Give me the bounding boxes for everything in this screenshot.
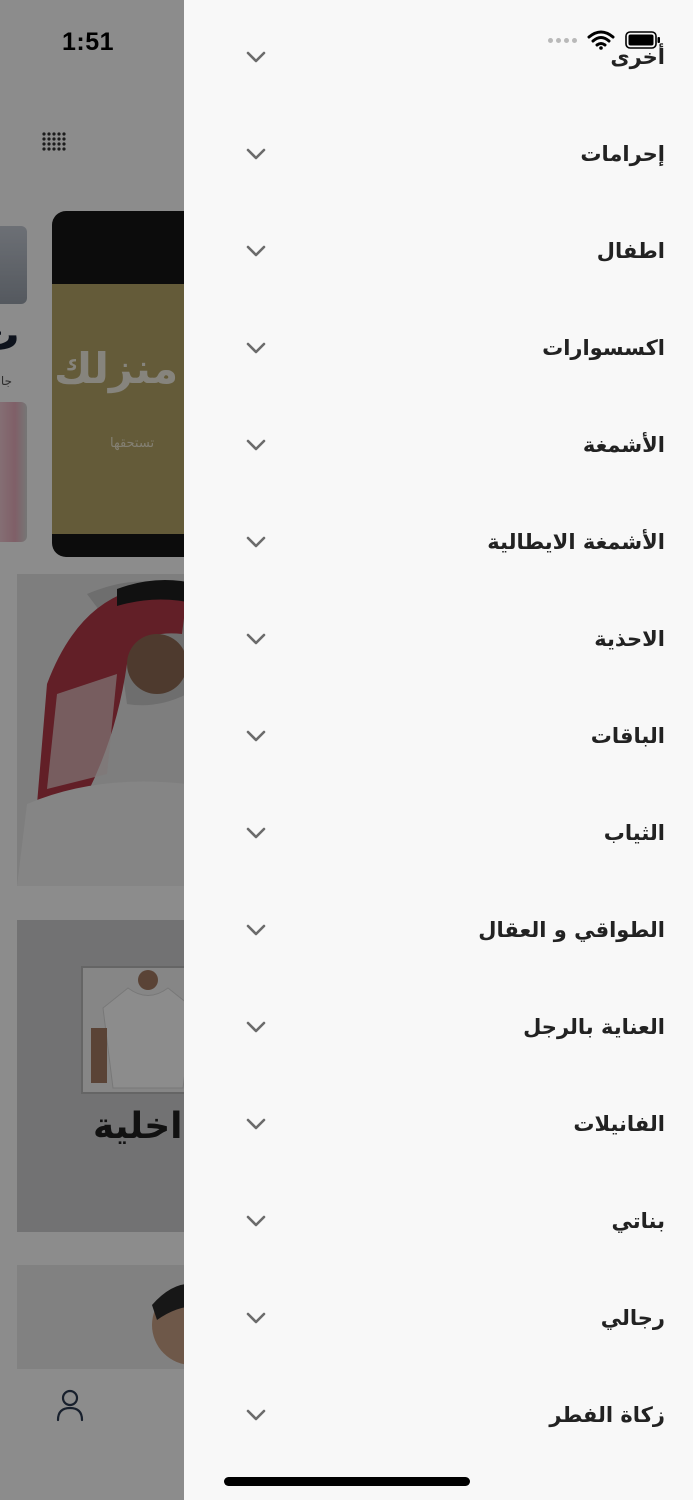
category-label: الباقات (590, 723, 665, 748)
chevron-down-icon[interactable] (245, 729, 267, 743)
category-item[interactable]: العناية بالرجل (184, 978, 693, 1075)
category-label: الثياب (603, 820, 665, 845)
wifi-icon (587, 30, 615, 50)
chevron-down-icon[interactable] (245, 1214, 267, 1228)
chevron-down-icon[interactable] (245, 923, 267, 937)
category-label: الفانيلات (573, 1111, 665, 1136)
status-indicators (548, 30, 661, 50)
chevron-down-icon[interactable] (245, 147, 267, 161)
category-label: رجالي (600, 1305, 665, 1330)
chevron-down-icon[interactable] (245, 50, 267, 64)
category-label: بناتي (611, 1208, 665, 1233)
category-item[interactable]: الاحذية (184, 590, 693, 687)
cellular-signal-icon (548, 37, 577, 43)
category-item[interactable]: الطواقي و العقال (184, 881, 693, 978)
category-item[interactable]: الباقات (184, 687, 693, 784)
chevron-down-icon[interactable] (245, 1117, 267, 1131)
category-list: أخرى إحرامات اطفال اكسسوارات الأشمغة الأ… (184, 8, 693, 1463)
category-drawer: أخرى إحرامات اطفال اكسسوارات الأشمغة الأ… (184, 0, 693, 1500)
category-label: الأشمغة الايطالية (487, 529, 665, 554)
category-label: اطفال (596, 238, 665, 263)
category-item[interactable]: اطفال (184, 202, 693, 299)
battery-icon (625, 31, 660, 49)
category-label: الاحذية (594, 626, 665, 651)
chevron-down-icon[interactable] (245, 632, 267, 646)
category-item[interactable]: اكسسوارات (184, 299, 693, 396)
category-item[interactable]: الأشمغة (184, 396, 693, 493)
chevron-down-icon[interactable] (245, 341, 267, 355)
chevron-down-icon[interactable] (245, 244, 267, 258)
category-label: إحرامات (580, 141, 665, 166)
category-item[interactable]: الثياب (184, 784, 693, 881)
category-label: الأشمغة (582, 432, 665, 457)
category-item[interactable]: الأشمغة الايطالية (184, 493, 693, 590)
category-label: العناية بالرجل (523, 1014, 665, 1039)
category-item[interactable]: الفانيلات (184, 1075, 693, 1172)
category-item[interactable]: رجالي (184, 1269, 693, 1366)
category-label: اكسسوارات (542, 335, 665, 360)
category-label: زكاة الفطر (549, 1402, 665, 1427)
chevron-down-icon[interactable] (245, 438, 267, 452)
chevron-down-icon[interactable] (245, 1311, 267, 1325)
chevron-down-icon[interactable] (245, 826, 267, 840)
category-label: الطواقي و العقال (478, 917, 665, 942)
category-item[interactable]: بناتي (184, 1172, 693, 1269)
chevron-down-icon[interactable] (245, 535, 267, 549)
category-item[interactable]: زكاة الفطر (184, 1366, 693, 1463)
chevron-down-icon[interactable] (245, 1408, 267, 1422)
home-indicator[interactable] (224, 1477, 470, 1486)
category-item[interactable]: أخرى (184, 8, 693, 105)
category-item[interactable]: إحرامات (184, 105, 693, 202)
chevron-down-icon[interactable] (245, 1020, 267, 1034)
